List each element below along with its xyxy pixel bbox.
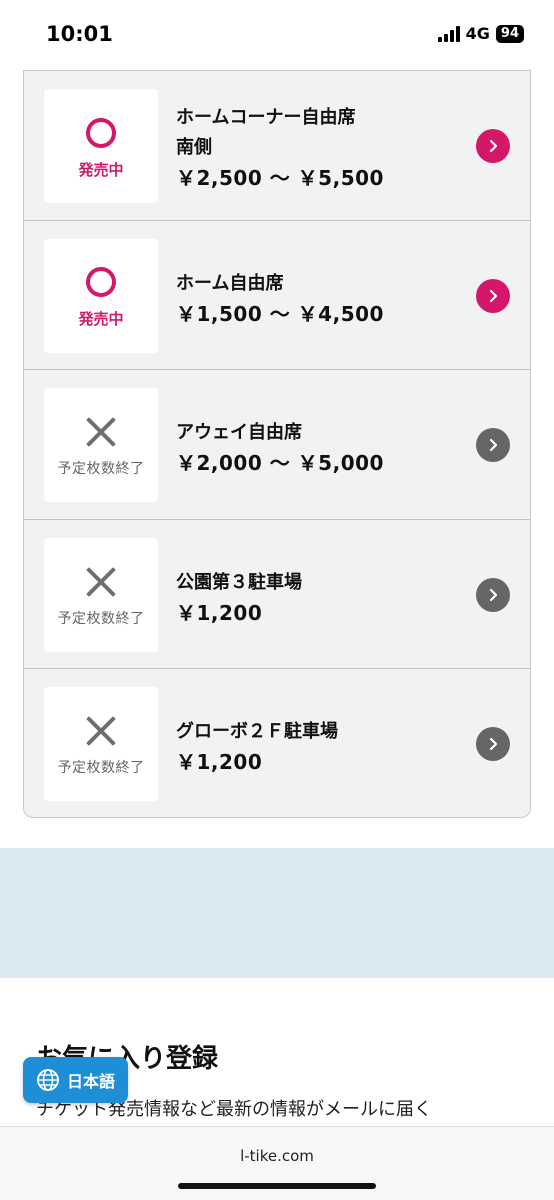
ticket-row[interactable]: 発売中 ホームコーナー自由席 南側 ￥2,500 ～ ￥5,500 [24, 70, 530, 220]
language-button-label: 日本語 [66, 1072, 115, 1091]
chevron-right-icon [489, 439, 498, 452]
chevron-right-icon [489, 289, 498, 302]
sale-status-box: 予定枚数終了 [44, 537, 158, 652]
ticket-detail-button[interactable] [476, 129, 510, 163]
url-text: l-tike.com [240, 1147, 314, 1165]
ticket-row[interactable]: 予定枚数終了 アウェイ自由席 ￥2,000 ～ ￥5,000 [24, 369, 530, 519]
ticket-price: ￥1,500 ～ ￥4,500 [176, 301, 384, 326]
ticket-info: 公園第３駐車場 ￥1,200 [176, 568, 466, 628]
status-indicators: 4G 94 [437, 24, 524, 43]
ticket-detail-button[interactable] [476, 278, 510, 313]
ticket-info: ホーム自由席 ￥1,500 ～ ￥4,500 [176, 269, 466, 329]
globe-icon [37, 1069, 59, 1091]
ticket-name: グローボ２Ｆ駐車場 [176, 721, 338, 743]
ticket-price: ￥2,000 ～ ￥5,000 [176, 451, 384, 476]
banner-area [0, 848, 554, 978]
ticket-price: ￥1,200 [176, 750, 263, 775]
browser-address-bar[interactable]: l-tike.com [0, 1126, 554, 1200]
ticket-detail-button[interactable] [476, 428, 510, 463]
cross-icon [85, 566, 117, 598]
ticket-list: 発売中 ホームコーナー自由席 南側 ￥2,500 ～ ￥5,500 発売中 ホー… [23, 70, 531, 818]
cross-icon [85, 715, 117, 747]
ticket-info: グローボ２Ｆ駐車場 ￥1,200 [176, 717, 466, 777]
chevron-right-icon [489, 738, 498, 751]
sale-status-box: 発売中 [44, 89, 158, 203]
ticket-row[interactable]: 予定枚数終了 公園第３駐車場 ￥1,200 [24, 518, 530, 669]
battery-icon: 94 [495, 24, 524, 43]
sale-status-box: 予定枚数終了 [44, 687, 158, 802]
circle-icon [86, 117, 116, 148]
sale-status-box: 発売中 [44, 238, 158, 353]
chevron-right-icon [489, 588, 498, 601]
network-type: 4G [465, 24, 490, 43]
ticket-row[interactable]: 予定枚数終了 グローボ２Ｆ駐車場 ￥1,200 [24, 668, 530, 817]
language-button[interactable]: 日本語 [23, 1057, 128, 1103]
sale-status-label: 予定枚数終了 [57, 610, 145, 627]
ticket-price: ￥1,200 [176, 600, 263, 625]
cross-icon [85, 416, 117, 448]
sale-status-box: 予定枚数終了 [44, 388, 158, 503]
status-time: 10:01 [46, 22, 113, 46]
sale-status-label: 発売中 [78, 310, 124, 329]
sale-status-label: 予定枚数終了 [57, 760, 145, 777]
ticket-info: アウェイ自由席 ￥2,000 ～ ￥5,000 [176, 418, 466, 478]
ticket-info: ホームコーナー自由席 南側 ￥2,500 ～ ￥5,500 [176, 103, 466, 193]
ticket-name-line2: 南側 [176, 137, 212, 158]
chevron-right-icon [489, 139, 498, 153]
circle-icon [86, 267, 116, 298]
ticket-price: ￥2,500 ～ ￥5,500 [176, 166, 384, 190]
ticket-name: ホームコーナー自由席 [176, 107, 356, 128]
ticket-name: アウェイ自由席 [176, 422, 302, 444]
home-indicator[interactable] [178, 1183, 376, 1189]
signal-icon [437, 25, 460, 42]
ticket-name: ホーム自由席 [176, 272, 284, 294]
ticket-name: 公園第３駐車場 [176, 571, 302, 593]
ticket-row[interactable]: 発売中 ホーム自由席 ￥1,500 ～ ￥4,500 [24, 219, 530, 370]
ticket-detail-button[interactable] [476, 727, 510, 762]
sale-status-label: 予定枚数終了 [57, 461, 145, 478]
status-bar: 10:01 4G 94 [0, 0, 554, 70]
ticket-detail-button[interactable] [476, 577, 510, 612]
sale-status-label: 発売中 [78, 160, 124, 179]
